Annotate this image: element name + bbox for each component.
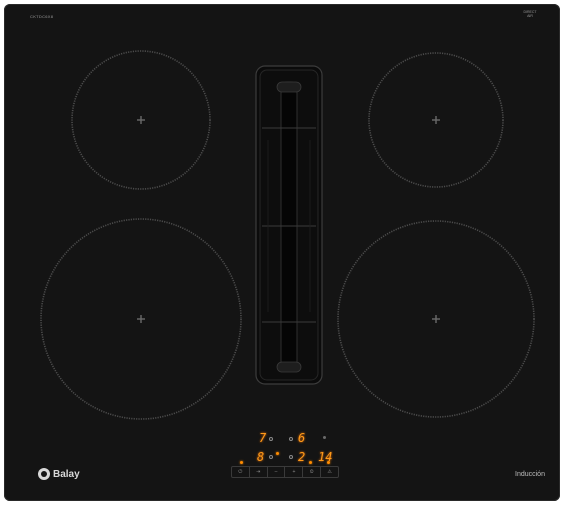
cooking-zone-bottom-right[interactable] — [337, 220, 535, 418]
model-code: CKTDC6X8 — [30, 14, 54, 19]
cooking-zone-top-right[interactable] — [368, 52, 504, 188]
extractor-button[interactable]: ⚠ — [321, 467, 338, 477]
brand-name: Balay — [53, 468, 80, 480]
zone-level-front-right[interactable]: 6 — [298, 432, 305, 444]
zone-level-front-left[interactable]: 7 — [259, 432, 266, 444]
timer-button[interactable]: ⏲ — [303, 467, 322, 477]
zone-indicator-icon — [289, 455, 293, 459]
hob-markings — [40, 50, 535, 420]
top-logo-line: AIR — [527, 14, 533, 18]
cooking-zone-top-left[interactable] — [71, 50, 211, 190]
timer-display[interactable]: 14 — [318, 451, 332, 463]
zone-indicator-icon — [269, 437, 273, 441]
power-button[interactable]: ⏻ — [232, 467, 250, 477]
zone-indicator-icon — [289, 437, 293, 441]
select-zone-button[interactable]: ⇥ — [250, 467, 268, 477]
plus-button[interactable]: + — [285, 467, 304, 477]
brand-mark-icon — [38, 468, 50, 480]
touch-control-panel: ⏻ ⇥ – + ⏲ ⚠ — [231, 466, 339, 478]
extractor-indicator-icon — [323, 436, 326, 439]
status-led-icon — [309, 461, 312, 464]
cooking-zone-bottom-left[interactable] — [40, 218, 242, 420]
status-led-icon — [240, 461, 243, 464]
minus-button[interactable]: – — [268, 467, 286, 477]
zone-level-rear-left[interactable]: 8 — [257, 451, 264, 463]
technology-label: Inducción — [515, 471, 545, 478]
extractor-vent[interactable] — [255, 65, 323, 385]
zone-level-rear-right[interactable]: 2 — [298, 451, 305, 463]
zone-indicator-icon — [269, 455, 273, 459]
top-logo: DIRECT AIR — [518, 10, 542, 18]
brand-logo: Balay — [38, 468, 80, 480]
status-led-icon — [327, 461, 330, 464]
active-led-icon — [276, 452, 279, 455]
